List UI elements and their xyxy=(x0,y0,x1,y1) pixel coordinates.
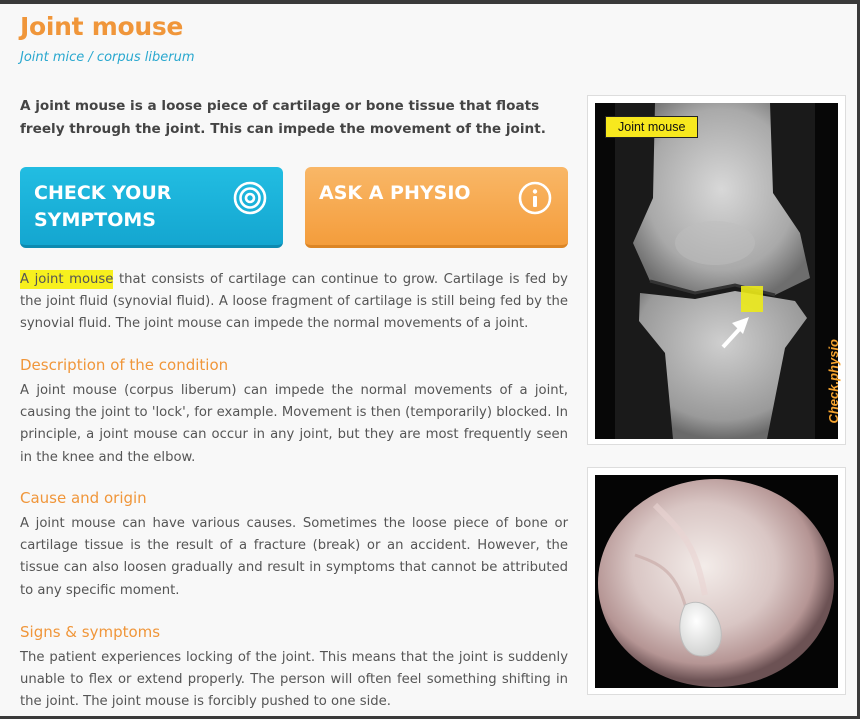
heading-description: Description of the condition xyxy=(20,356,229,374)
description-text: A joint mouse (corpus liberum) can imped… xyxy=(20,383,568,465)
heading-signs: Signs & symptoms xyxy=(20,623,161,641)
highlighted-term: A joint mouse xyxy=(20,270,114,289)
page-subtitle: Joint mice / corpus liberum xyxy=(20,50,195,65)
heading-cause: Cause and origin xyxy=(20,489,147,507)
info-icon xyxy=(518,181,552,215)
signs-text: The patient experiences locking of the j… xyxy=(20,650,568,710)
body-paragraph-1: A joint mouse that consists of cartilage… xyxy=(20,269,568,336)
xray-image-frame[interactable]: Joint mouse Check.physio xyxy=(587,95,846,445)
cause-text: A joint mouse can have various causes. S… xyxy=(20,516,568,598)
check-symptoms-label: CHECK YOUR SYMPTOMS xyxy=(34,182,172,231)
ask-physio-button[interactable]: ASK A PHYSIO xyxy=(305,167,568,248)
arthroscopy-image-frame[interactable] xyxy=(587,467,846,695)
xray-annotation-label: Joint mouse xyxy=(605,116,699,138)
page-title: Joint mouse xyxy=(20,12,184,41)
check-symptoms-button[interactable]: CHECK YOUR SYMPTOMS xyxy=(20,167,283,248)
ask-physio-label: ASK A PHYSIO xyxy=(319,182,471,204)
intro-text: A joint mouse is a loose piece of cartil… xyxy=(20,98,546,137)
knee-xray-image xyxy=(595,103,838,439)
target-icon xyxy=(233,181,267,215)
watermark: Check.physio xyxy=(826,339,841,424)
arthroscopy-image xyxy=(595,475,838,688)
